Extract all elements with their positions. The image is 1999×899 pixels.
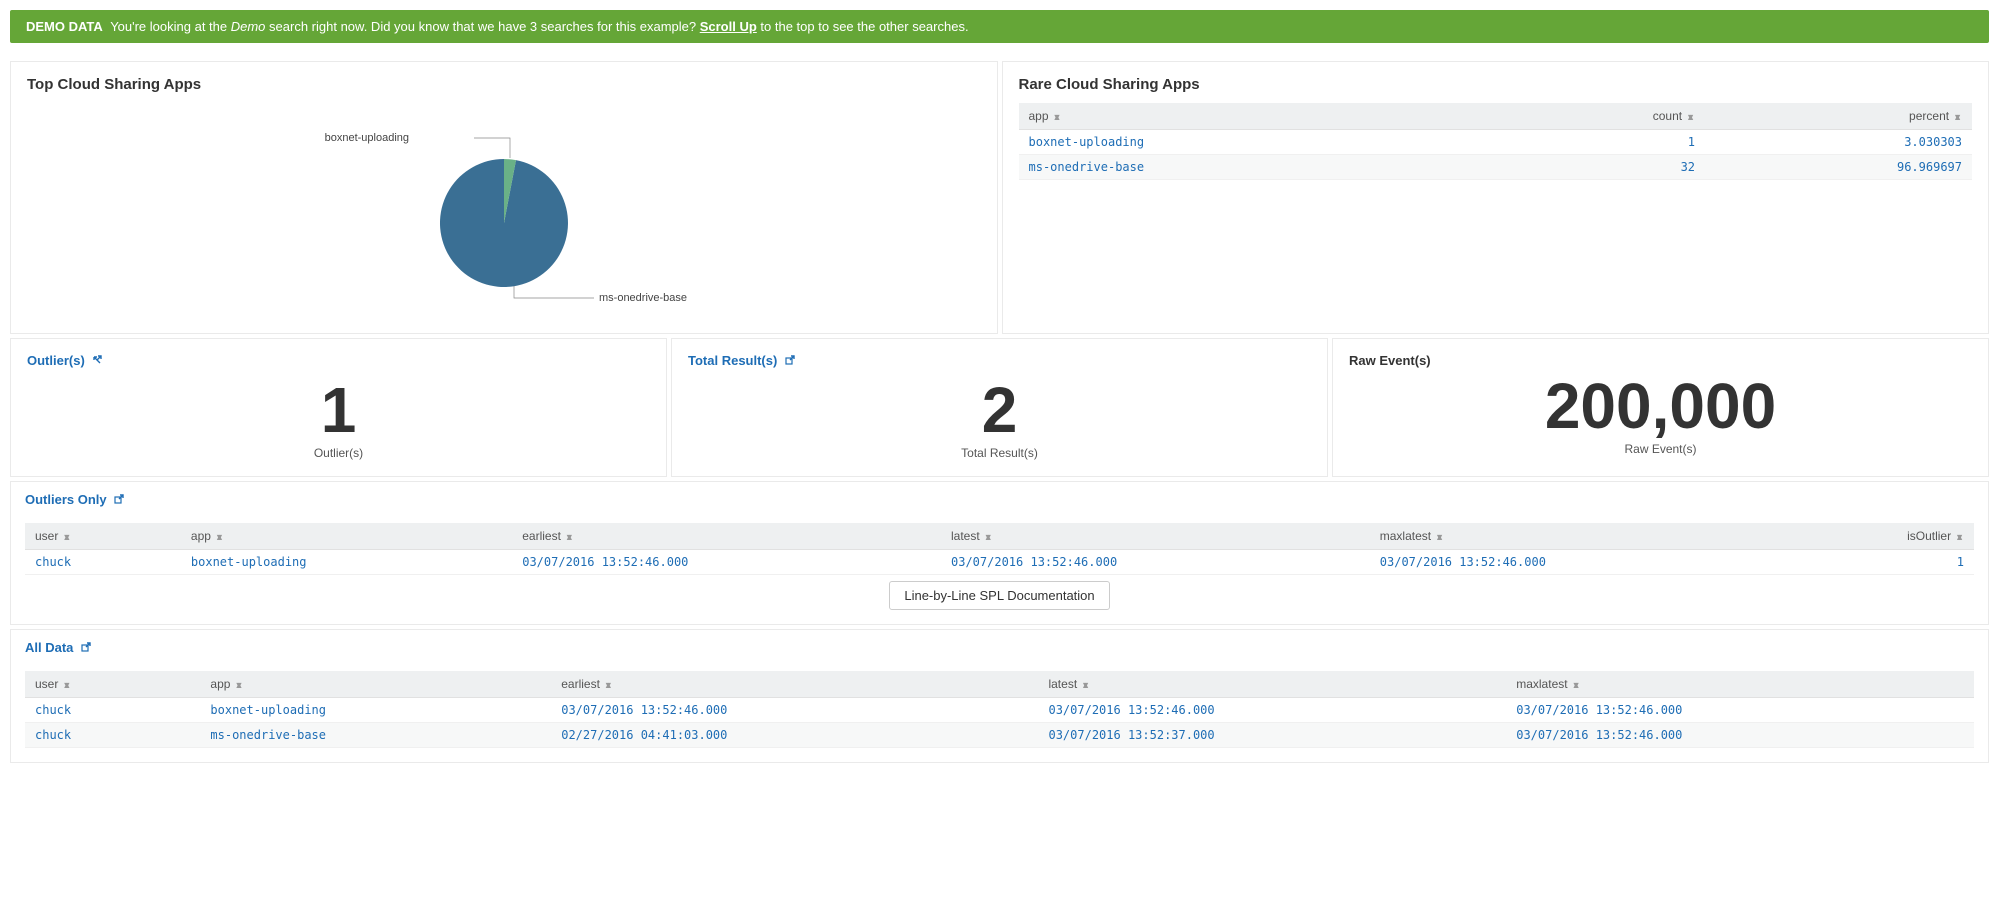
spl-documentation-button[interactable]: Line-by-Line SPL Documentation bbox=[889, 581, 1109, 610]
raw-events-value: 200,000 bbox=[1349, 374, 1972, 438]
table-row[interactable]: boxnet-uploading 1 3.030303 bbox=[1019, 130, 1973, 155]
pie-label-boxnet: boxnet-uploading bbox=[324, 132, 408, 144]
pie-chart: boxnet-uploading ms-onedrive-base bbox=[27, 103, 981, 323]
outliers-sublabel: Outlier(s) bbox=[27, 446, 650, 460]
col-latest[interactable]: latest bbox=[1038, 671, 1506, 698]
cell-count: 1 bbox=[1467, 130, 1705, 155]
pie-slice-ms-onedrive-base[interactable] bbox=[440, 159, 568, 287]
cell-app: boxnet-uploading bbox=[181, 550, 512, 575]
cell-maxlatest: 03/07/2016 13:52:46.000 bbox=[1506, 698, 1974, 723]
cell-maxlatest: 03/07/2016 13:52:46.000 bbox=[1370, 550, 1779, 575]
all-data-section: All Data user app earliest latest maxlat… bbox=[10, 629, 1989, 763]
external-link-icon bbox=[92, 355, 102, 365]
total-results-title-link[interactable]: Total Result(s) bbox=[688, 353, 1311, 368]
cell-latest: 03/07/2016 13:52:46.000 bbox=[1038, 698, 1506, 723]
rare-cloud-table: app count percent boxnet-uploading 1 3.0… bbox=[1019, 103, 1973, 180]
cell-user: chuck bbox=[25, 723, 200, 748]
outliers-only-section: Outliers Only user app earliest latest m… bbox=[10, 481, 1989, 625]
cell-app: ms-onedrive-base bbox=[200, 723, 551, 748]
rare-cloud-title: Rare Cloud Sharing Apps bbox=[1019, 76, 1973, 93]
raw-events-title: Raw Event(s) bbox=[1349, 353, 1972, 368]
cell-latest: 03/07/2016 13:52:37.000 bbox=[1038, 723, 1506, 748]
banner-prefix: DEMO DATA bbox=[26, 19, 103, 34]
cell-user: chuck bbox=[25, 698, 200, 723]
cell-earliest: 02/27/2016 04:41:03.000 bbox=[551, 723, 1038, 748]
col-earliest[interactable]: earliest bbox=[551, 671, 1038, 698]
rare-cloud-sharing-apps-panel: Rare Cloud Sharing Apps app count percen… bbox=[1002, 61, 1990, 334]
external-link-icon bbox=[785, 355, 795, 365]
cell-percent: 96.969697 bbox=[1705, 155, 1972, 180]
external-link-icon bbox=[81, 642, 91, 652]
col-earliest[interactable]: earliest bbox=[512, 523, 941, 550]
all-data-title-link[interactable]: All Data bbox=[25, 640, 91, 655]
col-latest[interactable]: latest bbox=[941, 523, 1370, 550]
cell-latest: 03/07/2016 13:52:46.000 bbox=[941, 550, 1370, 575]
top-cloud-sharing-apps-panel: Top Cloud Sharing Apps boxnet-uploading … bbox=[10, 61, 998, 334]
col-app[interactable]: app bbox=[200, 671, 551, 698]
col-maxlatest[interactable]: maxlatest bbox=[1370, 523, 1779, 550]
col-percent[interactable]: percent bbox=[1705, 103, 1972, 130]
table-row[interactable]: chuck ms-onedrive-base 02/27/2016 04:41:… bbox=[25, 723, 1974, 748]
table-row[interactable]: chuck boxnet-uploading 03/07/2016 13:52:… bbox=[25, 550, 1974, 575]
cell-earliest: 03/07/2016 13:52:46.000 bbox=[551, 698, 1038, 723]
pie-label-onedrive: ms-onedrive-base bbox=[599, 292, 687, 304]
outliers-value: 1 bbox=[27, 378, 650, 442]
col-app[interactable]: app bbox=[1019, 103, 1467, 130]
all-data-table: user app earliest latest maxlatest chuck… bbox=[25, 671, 1974, 748]
outliers-only-table: user app earliest latest maxlatest isOut… bbox=[25, 523, 1974, 575]
demo-data-banner: DEMO DATA You're looking at the Demo sea… bbox=[10, 10, 1989, 43]
col-isoutlier[interactable]: isOutlier bbox=[1779, 523, 1974, 550]
cell-percent: 3.030303 bbox=[1705, 130, 1972, 155]
cell-count: 32 bbox=[1467, 155, 1705, 180]
total-results-sublabel: Total Result(s) bbox=[688, 446, 1311, 460]
cell-app: boxnet-uploading bbox=[200, 698, 551, 723]
raw-events-sublabel: Raw Event(s) bbox=[1349, 442, 1972, 456]
table-row[interactable]: chuck boxnet-uploading 03/07/2016 13:52:… bbox=[25, 698, 1974, 723]
col-count[interactable]: count bbox=[1467, 103, 1705, 130]
col-app[interactable]: app bbox=[181, 523, 512, 550]
outliers-stat-panel: Outlier(s) 1 Outlier(s) bbox=[10, 338, 667, 477]
cell-app: ms-onedrive-base bbox=[1019, 155, 1467, 180]
banner-text-3: to the top to see the other searches. bbox=[760, 19, 968, 34]
external-link-icon bbox=[114, 494, 124, 504]
cell-isoutlier: 1 bbox=[1779, 550, 1974, 575]
scroll-up-link[interactable]: Scroll Up bbox=[700, 19, 757, 34]
total-results-stat-panel: Total Result(s) 2 Total Result(s) bbox=[671, 338, 1328, 477]
banner-demo-word: Demo bbox=[231, 19, 266, 34]
cell-app: boxnet-uploading bbox=[1019, 130, 1467, 155]
outliers-title-link[interactable]: Outlier(s) bbox=[27, 353, 650, 368]
raw-events-stat-panel: Raw Event(s) 200,000 Raw Event(s) bbox=[1332, 338, 1989, 477]
cell-earliest: 03/07/2016 13:52:46.000 bbox=[512, 550, 941, 575]
total-results-value: 2 bbox=[688, 378, 1311, 442]
outliers-only-title-link[interactable]: Outliers Only bbox=[25, 492, 124, 507]
banner-text-2: search right now. Did you know that we h… bbox=[269, 19, 700, 34]
top-cloud-title: Top Cloud Sharing Apps bbox=[27, 76, 981, 93]
table-row[interactable]: ms-onedrive-base 32 96.969697 bbox=[1019, 155, 1973, 180]
col-maxlatest[interactable]: maxlatest bbox=[1506, 671, 1974, 698]
banner-text-1: You're looking at the bbox=[110, 19, 231, 34]
cell-user: chuck bbox=[25, 550, 181, 575]
col-user[interactable]: user bbox=[25, 523, 181, 550]
cell-maxlatest: 03/07/2016 13:52:46.000 bbox=[1506, 723, 1974, 748]
col-user[interactable]: user bbox=[25, 671, 200, 698]
